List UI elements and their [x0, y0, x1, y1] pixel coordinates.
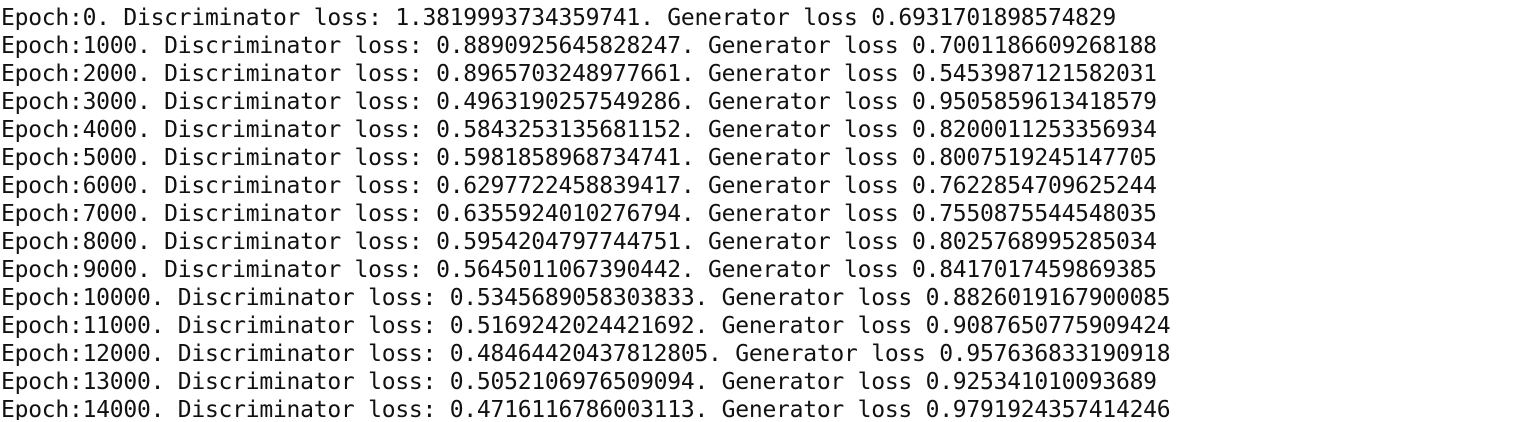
log-line: Epoch:14000. Discriminator loss: 0.47161… — [1, 397, 1171, 420]
log-line: Epoch:13000. Discriminator loss: 0.50521… — [1, 369, 1157, 395]
log-line: Epoch:0. Discriminator loss: 1.381999373… — [1, 5, 1116, 31]
log-line: Epoch:7000. Discriminator loss: 0.635592… — [1, 201, 1157, 227]
log-line: Epoch:4000. Discriminator loss: 0.584325… — [1, 117, 1157, 143]
log-line: Epoch:1000. Discriminator loss: 0.889092… — [1, 33, 1157, 59]
log-line: Epoch:6000. Discriminator loss: 0.629772… — [1, 173, 1157, 199]
log-line: Epoch:12000. Discriminator loss: 0.48464… — [1, 341, 1171, 367]
log-line: Epoch:3000. Discriminator loss: 0.496319… — [1, 89, 1157, 115]
log-line: Epoch:2000. Discriminator loss: 0.896570… — [1, 61, 1157, 87]
log-line: Epoch:11000. Discriminator loss: 0.51692… — [1, 313, 1171, 339]
log-line: Epoch:10000. Discriminator loss: 0.53456… — [1, 285, 1171, 311]
log-line: Epoch:8000. Discriminator loss: 0.595420… — [1, 229, 1157, 255]
log-line: Epoch:5000. Discriminator loss: 0.598185… — [1, 145, 1157, 171]
terminal-output: Epoch:0. Discriminator loss: 1.381999373… — [1, 4, 1516, 420]
log-line: Epoch:9000. Discriminator loss: 0.564501… — [1, 257, 1157, 283]
